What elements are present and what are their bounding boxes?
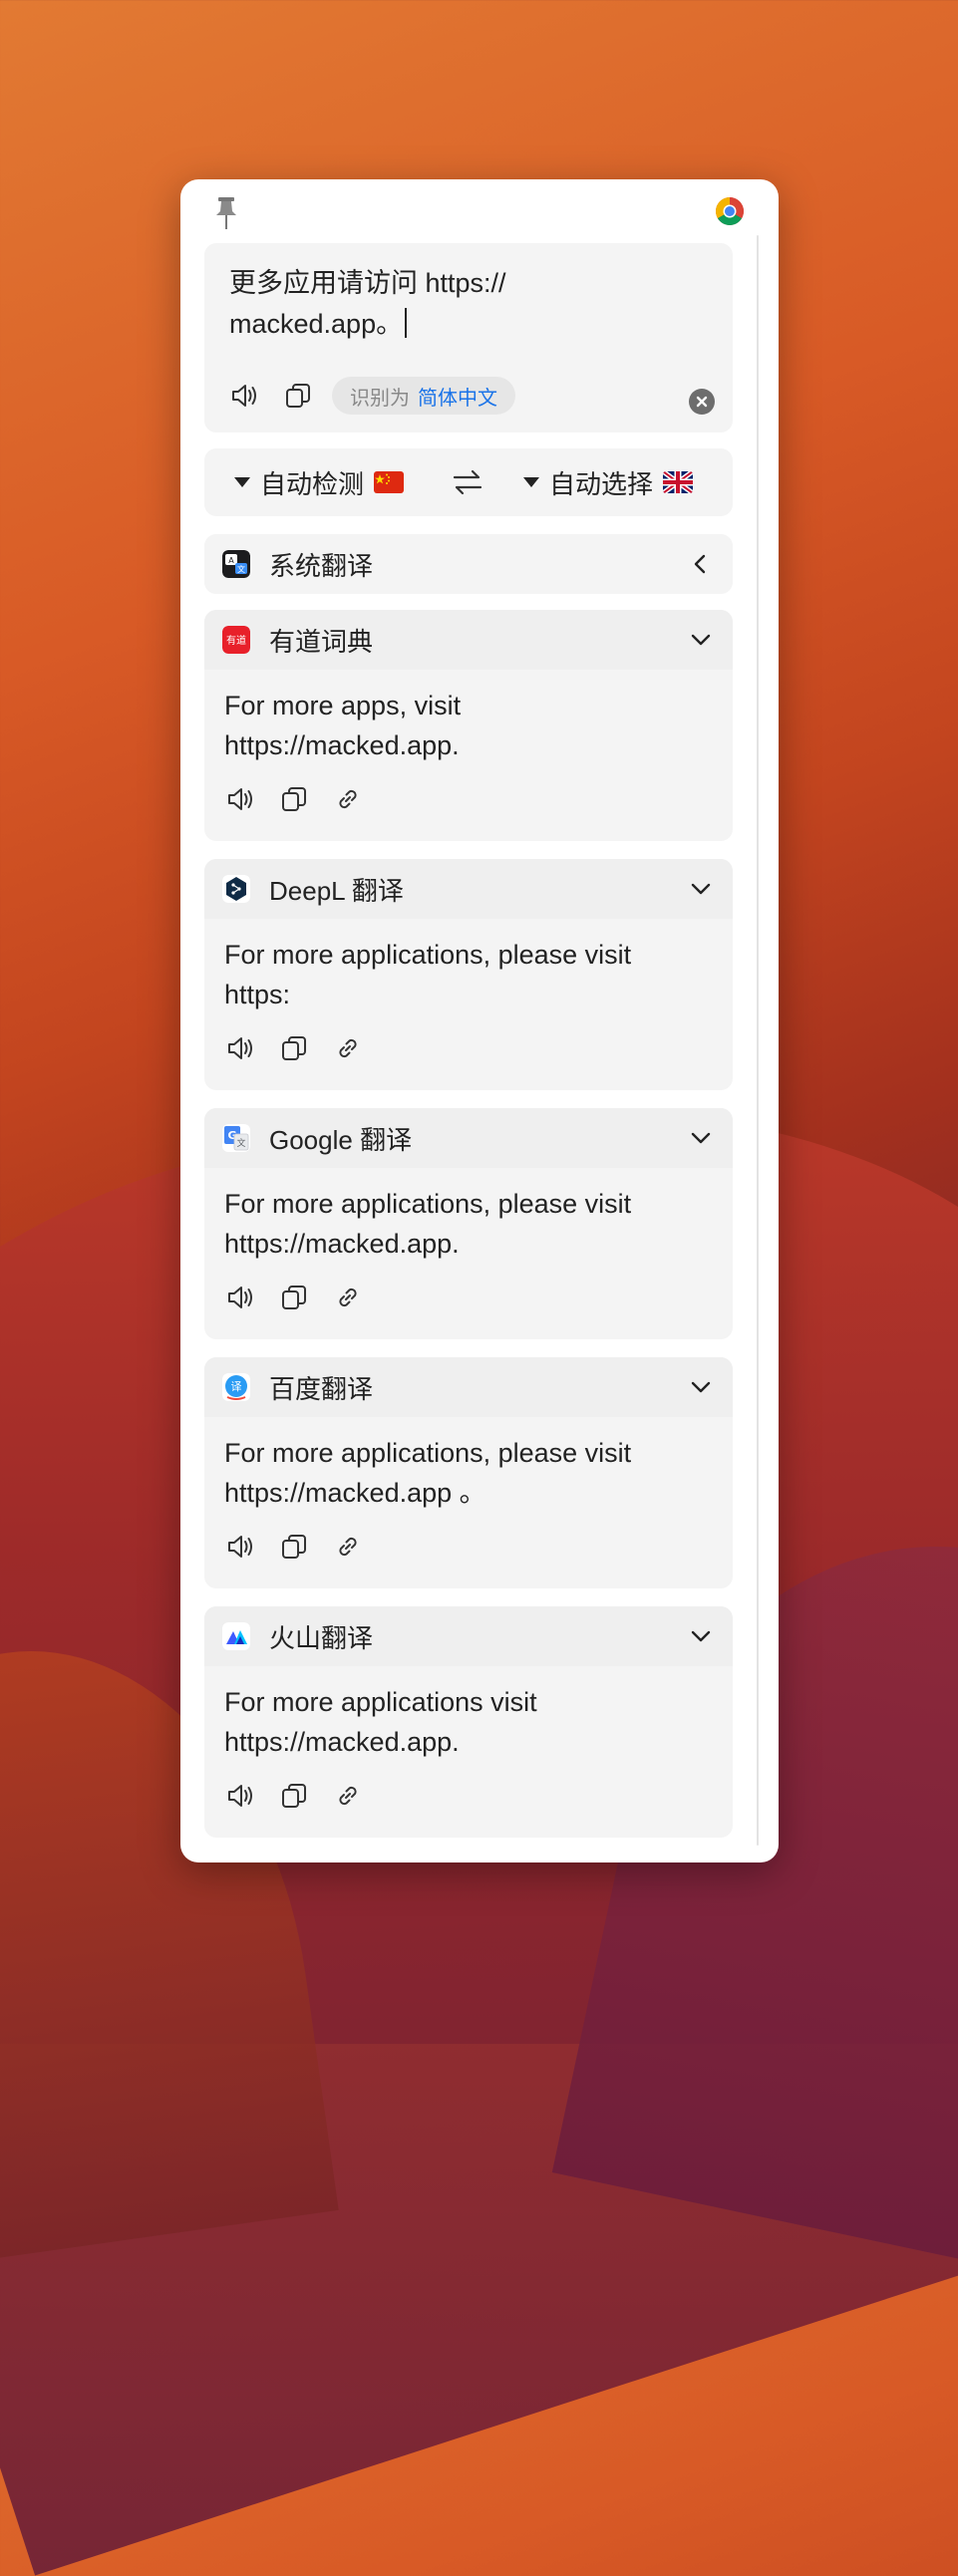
link-icon[interactable] [332,1780,364,1812]
translation-result: For more applications, please visit http… [224,1189,632,1259]
translator-window: 更多应用请访问 https:// macked.app。 识别为 简体中文 自动… [180,179,779,1862]
service-card-deepl: DeepL 翻译 For more applications, please v… [204,859,733,1090]
service-card-volcano: 火山翻译 For more applications visit https:/… [204,1606,733,1838]
baidu-translate-logo-icon: 译 [222,1373,250,1401]
service-name: 有道词典 [269,626,374,657]
deepl-logo-icon [222,875,250,903]
service-card-youdao: 有道 有道词典 For more apps, visit https://mac… [204,610,733,841]
detected-language-badge[interactable]: 识别为 简体中文 [332,377,515,415]
copy-icon[interactable] [278,1780,310,1812]
chrome-icon[interactable] [715,196,745,226]
copy-icon[interactable] [278,1032,310,1064]
copy-icon[interactable] [278,1531,310,1563]
svg-text:文: 文 [237,564,245,574]
svg-text:译: 译 [231,1380,242,1393]
link-icon[interactable] [332,783,364,815]
copy-icon[interactable] [278,783,310,815]
source-language-select[interactable]: 自动检测 [234,448,405,516]
service-card-system: A文 系统翻译 [204,534,733,594]
target-language-label: 自动选择 [549,468,654,499]
source-text-line-1: 更多应用请访问 https:// [229,268,506,298]
speaker-icon[interactable] [224,1282,256,1313]
link-icon[interactable] [332,1282,364,1313]
chevron-down-icon[interactable] [687,626,715,654]
detected-language: 简体中文 [418,387,497,410]
svg-text:有道: 有道 [226,634,246,647]
translation-result: For more applications visit https://mack… [224,1687,537,1757]
service-card-baidu: 译 百度翻译 For more applications, please vis… [204,1357,733,1588]
service-name: DeepL 翻译 [269,875,404,906]
source-language-label: 自动检测 [260,468,365,499]
service-header[interactable]: DeepL 翻译 [204,859,733,919]
chevron-left-icon[interactable] [687,550,715,578]
service-header[interactable]: 火山翻译 [204,1606,733,1666]
link-icon[interactable] [332,1032,364,1064]
translation-result: For more applications, please visit http… [224,1438,632,1508]
pin-icon[interactable] [212,195,240,231]
service-name: 百度翻译 [269,1373,374,1404]
speaker-icon[interactable] [224,1531,256,1563]
google-translate-logo-icon: G文 [222,1124,250,1152]
service-card-google: G文 Google 翻译 For more applications, plea… [204,1108,733,1339]
language-bar: 自动检测 自动选择 [204,448,733,516]
chevron-down-icon[interactable] [687,875,715,903]
service-header[interactable]: A文 系统翻译 [204,534,733,594]
speaker-icon[interactable] [224,1780,256,1812]
clear-icon[interactable] [689,389,715,415]
source-text-line-2: macked.app。 [229,309,404,339]
scrollbar[interactable] [757,235,759,1846]
chevron-down-icon[interactable] [687,1373,715,1401]
svg-text:A: A [228,556,234,565]
dropdown-triangle-icon [234,477,250,487]
detected-language-prefix: 识别为 [350,387,410,410]
target-language-select[interactable]: 自动选择 [523,448,694,516]
service-name: 系统翻译 [269,550,374,581]
speaker-icon[interactable] [228,380,260,412]
swap-icon[interactable] [451,466,484,498]
translation-result: For more apps, visit https://macked.app. [224,691,462,760]
china-flag-icon [374,471,405,493]
copy-icon[interactable] [282,380,314,412]
copy-icon[interactable] [278,1282,310,1313]
speaker-icon[interactable] [224,1032,256,1064]
chevron-down-icon[interactable] [687,1622,715,1650]
chevron-down-icon[interactable] [687,1124,715,1152]
volcano-translate-logo-icon [222,1622,250,1650]
youdao-logo-icon: 有道 [222,626,250,654]
source-text-box[interactable]: 更多应用请访问 https:// macked.app。 识别为 简体中文 [204,243,733,432]
uk-flag-icon [663,471,694,493]
service-name: 火山翻译 [269,1622,374,1653]
system-translate-logo-icon: A文 [222,550,250,578]
speaker-icon[interactable] [224,783,256,815]
source-text[interactable]: 更多应用请访问 https:// macked.app。 [229,263,648,345]
service-header[interactable]: G文 Google 翻译 [204,1108,733,1168]
service-name: Google 翻译 [269,1124,413,1155]
service-header[interactable]: 有道 有道词典 [204,610,733,670]
translation-result: For more applications, please visit http… [224,940,632,1009]
text-caret [405,308,408,338]
svg-text:文: 文 [236,1137,245,1149]
dropdown-triangle-icon [523,477,539,487]
link-icon[interactable] [332,1531,364,1563]
service-header[interactable]: 译 百度翻译 [204,1357,733,1417]
